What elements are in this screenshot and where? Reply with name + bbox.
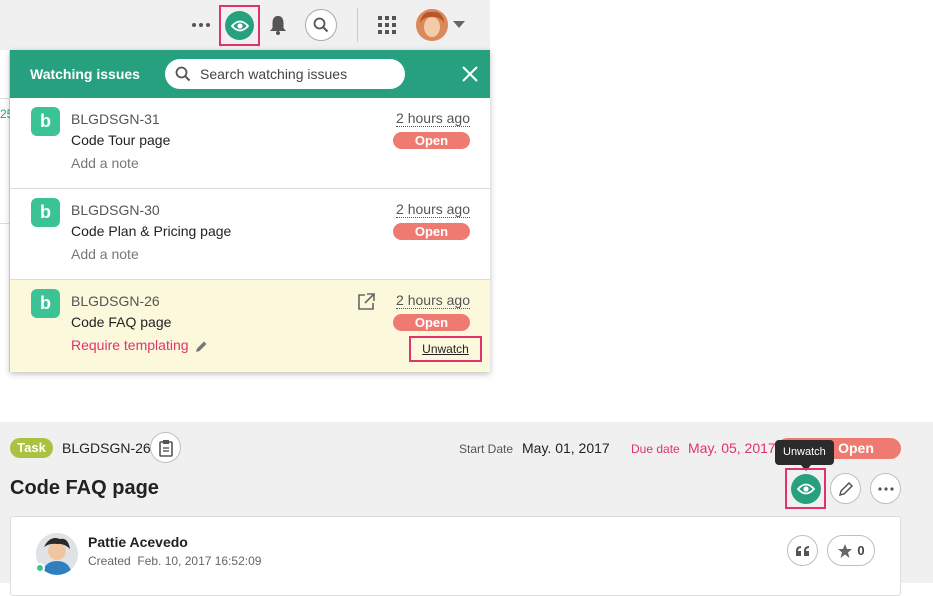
updated-time: 2 hours ago (396, 110, 470, 127)
open-external-icon[interactable] (356, 292, 376, 317)
eye-icon (790, 473, 821, 504)
status-badge: Open (393, 314, 470, 331)
top-bar (0, 0, 490, 50)
due-date-value: May. 05, 2017 (688, 440, 776, 456)
online-dot (35, 563, 45, 573)
due-date-label: Due date (631, 442, 680, 456)
quote-button[interactable] (787, 535, 818, 566)
apps-grid-icon[interactable] (375, 13, 399, 37)
watching-issues-panel: Watching issues Search watching issues b… (10, 50, 490, 372)
chevron-down-icon[interactable] (451, 18, 467, 32)
updated-time: 2 hours ago (396, 292, 470, 309)
updated-time: 2 hours ago (396, 201, 470, 218)
pencil-icon (838, 481, 853, 496)
unwatch-link[interactable]: Unwatch (409, 336, 482, 362)
project-logo-icon: b (31, 107, 60, 136)
quote-icon (795, 545, 809, 556)
add-note-link[interactable]: Add a note (71, 246, 139, 262)
search-icon (175, 66, 191, 87)
issue-title[interactable]: Code Tour page (71, 132, 170, 148)
list-item[interactable]: b BLGDSGN-26 Code FAQ page Require templ… (10, 280, 490, 372)
pencil-icon[interactable] (194, 340, 208, 359)
comment-card: Pattie Acevedo Created Feb. 10, 2017 16:… (10, 516, 901, 596)
status-badge: Open (393, 132, 470, 149)
search-field[interactable]: Search watching issues (165, 59, 405, 89)
page-left-edge: 25 (0, 50, 13, 372)
copy-key-button[interactable] (150, 432, 181, 463)
start-date-label: Start Date (459, 442, 514, 456)
star-button[interactable]: 0 (827, 535, 875, 566)
bell-icon[interactable] (266, 12, 290, 38)
issue-key: BLGDSGN-26 (62, 440, 151, 456)
unwatch-label: Unwatch (422, 342, 469, 356)
issue-detail: Task BLGDSGN-26 Start Date May. 01, 2017… (0, 422, 933, 596)
clipboard-icon (158, 439, 173, 457)
watch-toggle-button[interactable] (785, 468, 826, 509)
issue-title[interactable]: Code Plan & Pricing page (71, 223, 231, 239)
issue-key[interactable]: BLGDSGN-30 (71, 202, 160, 218)
panel-title: Watching issues (30, 66, 140, 82)
more-actions-button[interactable] (870, 473, 901, 504)
divider (357, 8, 358, 42)
watching-button[interactable] (219, 5, 260, 46)
search-icon[interactable] (305, 9, 337, 41)
divider (0, 223, 10, 224)
issue-key[interactable]: BLGDSGN-26 (71, 293, 160, 309)
more-icon[interactable] (189, 14, 213, 36)
issue-key[interactable]: BLGDSGN-31 (71, 111, 160, 127)
comment-created: Created Feb. 10, 2017 16:52:09 (88, 554, 262, 568)
project-logo-icon: b (31, 289, 60, 318)
start-date-value: May. 01, 2017 (522, 440, 610, 456)
divider (0, 98, 10, 99)
close-icon[interactable] (460, 64, 480, 84)
avatar[interactable] (416, 9, 448, 41)
eye-icon (225, 11, 254, 40)
star-icon (838, 543, 853, 558)
more-icon (877, 486, 894, 491)
star-count: 0 (857, 543, 865, 558)
status-badge: Open (393, 223, 470, 240)
issue-title: Code FAQ page (10, 477, 159, 499)
edit-button[interactable] (830, 473, 861, 504)
list-item[interactable]: b BLGDSGN-31 Code Tour page Add a note 2… (10, 98, 490, 189)
project-logo-icon: b (31, 198, 60, 227)
list-item[interactable]: b BLGDSGN-30 Code Plan & Pricing page Ad… (10, 189, 490, 280)
page-right-area (490, 0, 933, 410)
unwatch-tooltip: Unwatch (775, 440, 834, 465)
task-type-badge: Task (10, 438, 53, 458)
add-note-link[interactable]: Add a note (71, 155, 139, 171)
comment-author[interactable]: Pattie Acevedo (88, 534, 188, 550)
issue-title[interactable]: Code FAQ page (71, 314, 171, 330)
panel-header: Watching issues Search watching issues (10, 50, 490, 98)
search-input[interactable]: Search watching issues (200, 66, 347, 82)
issue-note[interactable]: Require templating (71, 337, 189, 353)
